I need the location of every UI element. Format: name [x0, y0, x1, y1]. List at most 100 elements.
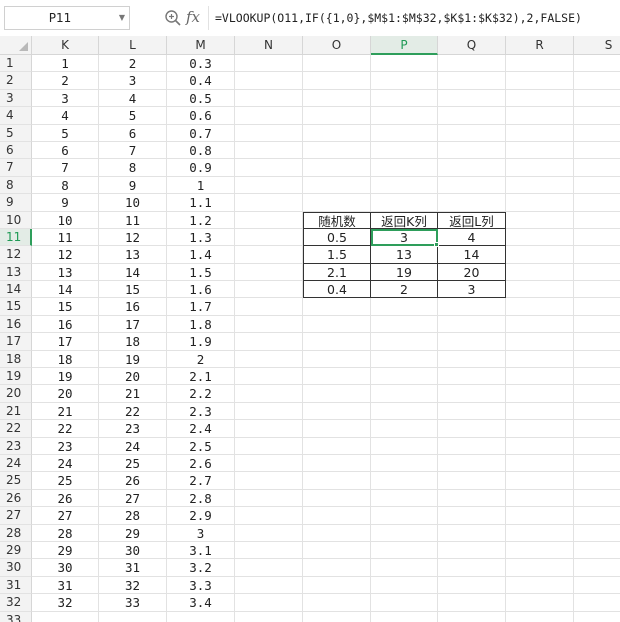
cell-q9[interactable]	[438, 194, 506, 212]
row-header[interactable]: 7	[0, 159, 32, 177]
cell-o8[interactable]	[303, 176, 371, 195]
cell-r6[interactable]	[506, 141, 574, 160]
cell-r4[interactable]	[506, 107, 574, 125]
cell-r22[interactable]	[506, 420, 574, 438]
cell-m20[interactable]: 2.2	[167, 385, 235, 403]
cell-p4[interactable]	[371, 107, 438, 125]
cell-s28[interactable]	[574, 525, 620, 542]
cell-n12[interactable]	[235, 246, 303, 264]
cell-q25[interactable]	[438, 472, 506, 490]
cell-o10[interactable]: 随机数	[303, 211, 371, 229]
cell-s2[interactable]	[574, 72, 620, 90]
cell-q24[interactable]	[438, 454, 506, 473]
cell-p8[interactable]	[371, 176, 438, 195]
cell-k25[interactable]: 25	[32, 472, 99, 490]
function-icon[interactable]: fx	[186, 5, 200, 29]
cell-r11[interactable]	[506, 228, 574, 247]
chevron-down-icon[interactable]: ▼	[119, 7, 125, 29]
cell-l11[interactable]: 12	[99, 228, 167, 247]
cell-n4[interactable]	[235, 107, 303, 125]
cell-o11[interactable]: 0.5	[303, 228, 371, 247]
cell-o17[interactable]	[303, 333, 371, 351]
cell-r18[interactable]	[506, 350, 574, 369]
cell-l32[interactable]: 33	[99, 594, 167, 612]
cell-p31[interactable]	[371, 576, 438, 595]
cell-s10[interactable]	[574, 212, 620, 229]
cell-p12[interactable]: 13	[371, 246, 438, 264]
cell-q4[interactable]	[438, 107, 506, 125]
cell-l12[interactable]: 13	[99, 246, 167, 264]
cell-r10[interactable]	[506, 211, 574, 229]
cell-l20[interactable]: 21	[99, 385, 167, 403]
cell-m15[interactable]: 1.7	[167, 298, 235, 316]
row-header[interactable]: 27	[0, 507, 32, 525]
cell-m17[interactable]: 1.9	[167, 333, 235, 351]
cell-m4[interactable]: 0.6	[167, 107, 235, 125]
cell-r3[interactable]	[506, 89, 574, 108]
cell-s24[interactable]	[574, 455, 620, 473]
cell-n30[interactable]	[235, 559, 303, 577]
cell-s18[interactable]	[574, 351, 620, 369]
cell-n26[interactable]	[235, 489, 303, 508]
cell-m6[interactable]: 0.8	[167, 141, 235, 160]
cell-s1[interactable]	[574, 55, 620, 73]
cell-l27[interactable]: 28	[99, 507, 167, 525]
cell-o23[interactable]	[303, 437, 371, 455]
cell-s33[interactable]	[574, 612, 620, 622]
cell-k23[interactable]: 23	[32, 437, 99, 455]
cell-s31[interactable]	[574, 577, 620, 595]
row-header[interactable]: 9	[0, 194, 32, 212]
cell-q23[interactable]	[438, 437, 506, 455]
cell-q8[interactable]	[438, 176, 506, 195]
cell-p26[interactable]	[371, 489, 438, 508]
cell-o3[interactable]	[303, 89, 371, 108]
cell-r31[interactable]	[506, 576, 574, 595]
row-header[interactable]: 24	[0, 454, 32, 473]
cell-l7[interactable]: 8	[99, 159, 167, 177]
cell-p33[interactable]	[371, 611, 438, 622]
cell-l6[interactable]: 7	[99, 141, 167, 160]
cell-s6[interactable]	[574, 142, 620, 160]
cell-p20[interactable]	[371, 385, 438, 403]
cell-o20[interactable]	[303, 385, 371, 403]
cell-n18[interactable]	[235, 350, 303, 369]
cell-l22[interactable]: 23	[99, 420, 167, 438]
cell-o15[interactable]	[303, 298, 371, 316]
cell-s7[interactable]	[574, 159, 620, 177]
cell-m1[interactable]: 0.3	[167, 55, 235, 73]
cell-n21[interactable]	[235, 402, 303, 421]
cell-o5[interactable]	[303, 124, 371, 142]
cell-m16[interactable]: 1.8	[167, 315, 235, 334]
row-header[interactable]: 18	[0, 350, 32, 369]
cell-o6[interactable]	[303, 141, 371, 160]
cell-l2[interactable]: 3	[99, 72, 167, 90]
cell-q29[interactable]	[438, 541, 506, 560]
cell-o19[interactable]	[303, 368, 371, 386]
column-header-o[interactable]: O	[303, 36, 371, 55]
cell-r32[interactable]	[506, 594, 574, 612]
row-header[interactable]: 5	[0, 124, 32, 142]
cell-k18[interactable]: 18	[32, 350, 99, 369]
cell-k29[interactable]: 29	[32, 541, 99, 560]
cell-r15[interactable]	[506, 298, 574, 316]
cell-s27[interactable]	[574, 507, 620, 525]
cell-p23[interactable]	[371, 437, 438, 455]
cell-q19[interactable]	[438, 368, 506, 386]
row-header[interactable]: 8	[0, 176, 32, 195]
cell-l5[interactable]: 6	[99, 124, 167, 142]
cell-n31[interactable]	[235, 576, 303, 595]
cell-m24[interactable]: 2.6	[167, 454, 235, 473]
cell-m13[interactable]: 1.5	[167, 263, 235, 282]
cell-n11[interactable]	[235, 228, 303, 247]
cell-l30[interactable]: 31	[99, 559, 167, 577]
cell-s14[interactable]	[574, 281, 620, 299]
cell-k28[interactable]: 28	[32, 524, 99, 542]
cell-l8[interactable]: 9	[99, 176, 167, 195]
cell-s30[interactable]	[574, 559, 620, 577]
cell-l24[interactable]: 25	[99, 454, 167, 473]
cell-r1[interactable]	[506, 55, 574, 73]
cell-k10[interactable]: 10	[32, 211, 99, 229]
cell-k33[interactable]	[32, 611, 99, 622]
cell-l9[interactable]: 10	[99, 194, 167, 212]
cell-s9[interactable]	[574, 194, 620, 212]
